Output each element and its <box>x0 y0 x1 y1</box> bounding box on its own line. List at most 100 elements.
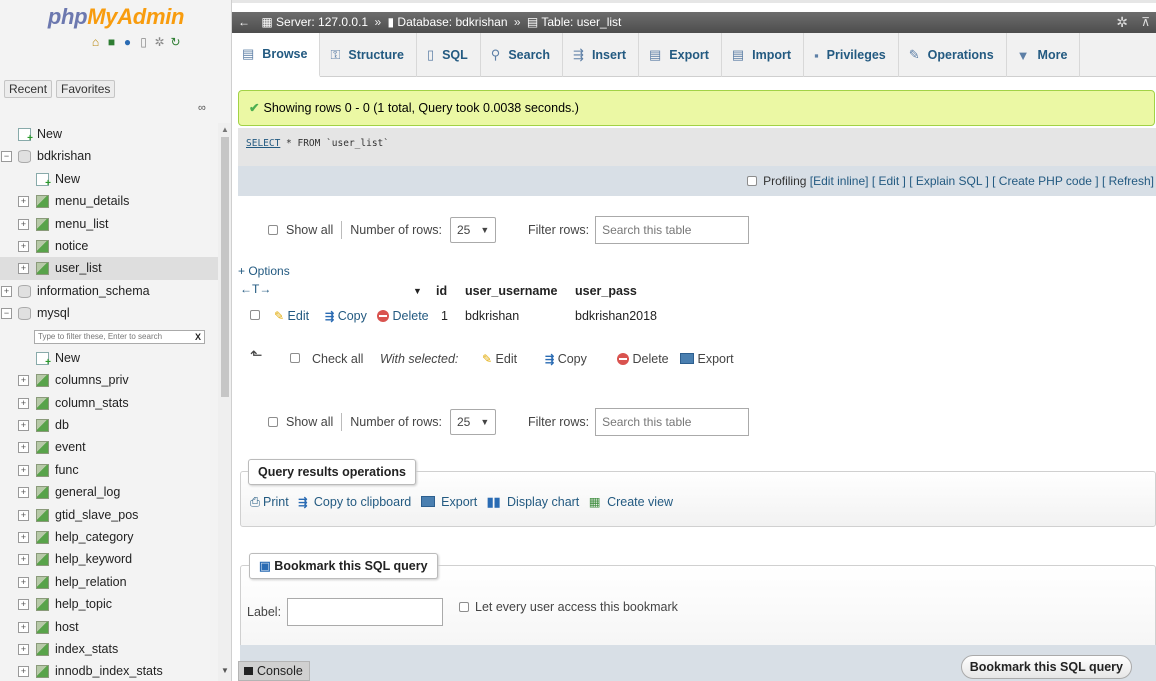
tree-item[interactable]: + db <box>0 414 218 436</box>
breadcrumb-server[interactable]: Server: 127.0.0.1 <box>276 15 368 29</box>
tab-import[interactable]: ▤ Import <box>722 33 805 77</box>
tree-item[interactable]: + notice <box>0 235 218 257</box>
link-with-main-icon[interactable]: ∞ <box>198 102 206 114</box>
reload-icon[interactable]: ↻ <box>169 36 182 49</box>
tree-item[interactable]: + innodb_index_stats <box>0 660 218 681</box>
tree-item[interactable]: New <box>0 347 218 369</box>
collapse-icon[interactable]: − <box>1 151 12 163</box>
share-bookmark-checkbox[interactable] <box>459 602 469 612</box>
bookmark-label-input[interactable] <box>287 598 443 626</box>
tree-item[interactable]: New <box>0 168 218 190</box>
table-icon[interactable] <box>36 441 49 455</box>
tree-item-label[interactable]: db <box>55 414 69 436</box>
expand-icon[interactable]: + <box>18 666 29 678</box>
tree-item[interactable]: + help_relation <box>0 571 218 593</box>
rows-per-page-select[interactable]: 25 ▼ <box>449 217 496 243</box>
edit-inline-link[interactable]: [Edit inline] <box>810 174 869 188</box>
new-icon[interactable] <box>36 351 51 368</box>
tree-item-label[interactable]: help_relation <box>55 571 127 593</box>
table-icon[interactable] <box>36 642 49 656</box>
bulk-edit-button[interactable]: ✎ Edit <box>482 352 517 366</box>
expand-icon[interactable]: + <box>18 397 29 409</box>
tree-item-label[interactable]: information_schema <box>37 280 150 302</box>
database-icon[interactable] <box>18 307 31 321</box>
cell-user-username[interactable]: bdkrishan <box>465 309 519 323</box>
expand-icon[interactable]: + <box>18 621 29 633</box>
tree-item[interactable]: + information_schema <box>0 280 218 302</box>
tree-item[interactable]: + general_log <box>0 481 218 503</box>
table-icon[interactable] <box>36 239 49 253</box>
tree-item-label[interactable]: user_list <box>55 257 102 279</box>
table-icon[interactable] <box>36 486 49 500</box>
expand-icon[interactable]: + <box>18 218 29 230</box>
column-header-user-pass[interactable]: user_pass <box>575 284 637 298</box>
expand-icon[interactable]: + <box>18 464 29 476</box>
tab-export[interactable]: ▤ Export <box>639 33 722 77</box>
tab-operations[interactable]: ✎ Operations <box>899 33 1007 77</box>
table-icon[interactable] <box>36 598 49 612</box>
tree-item-label[interactable]: index_stats <box>55 638 118 660</box>
options-toggle[interactable]: + Options <box>238 264 290 278</box>
tree-item[interactable]: + help_keyword <box>0 548 218 570</box>
table-icon[interactable] <box>36 374 49 388</box>
tree-item-label[interactable]: menu_details <box>55 190 129 212</box>
home-icon[interactable]: ⌂ <box>89 36 102 49</box>
breadcrumb-database[interactable]: Database: bdkrishan <box>397 15 507 29</box>
scroll-down-icon[interactable]: ▼ <box>221 666 229 675</box>
tree-item-label[interactable]: notice <box>55 235 88 257</box>
tree-item-label[interactable]: host <box>55 616 79 638</box>
expand-icon[interactable]: + <box>18 576 29 588</box>
tree-item[interactable]: + index_stats <box>0 638 218 660</box>
tree-item-label[interactable]: general_log <box>55 481 120 503</box>
tree-item[interactable]: + help_category <box>0 526 218 548</box>
bulk-copy-button[interactable]: ⇶ Copy <box>545 352 587 366</box>
bulk-delete-button[interactable]: Delete <box>617 352 669 366</box>
tree-item-label[interactable]: func <box>55 459 79 481</box>
tree-item[interactable]: + columns_priv <box>0 369 218 391</box>
docs-icon[interactable]: ▯ <box>137 36 150 49</box>
row-copy-button[interactable]: ⇶ Copy <box>325 309 367 323</box>
scroll-up-icon[interactable]: ▲ <box>221 125 229 134</box>
help-icon[interactable]: ● <box>121 36 134 49</box>
tree-item[interactable]: + func <box>0 459 218 481</box>
print-link[interactable]: ⎙ Print <box>250 495 292 509</box>
expand-icon[interactable]: + <box>18 599 29 611</box>
database-icon[interactable] <box>18 284 31 298</box>
bookmark-submit-button[interactable]: Bookmark this SQL query <box>960 655 1132 679</box>
breadcrumb-table[interactable]: Table: user_list <box>541 15 621 29</box>
expand-icon[interactable]: + <box>18 240 29 252</box>
tree-item-label[interactable]: help_keyword <box>55 548 132 570</box>
tree-item[interactable]: + user_list <box>0 257 218 280</box>
rows-per-page-select-bottom[interactable]: 25 ▼ <box>449 409 496 435</box>
bulk-export-button[interactable]: Export <box>680 352 734 366</box>
new-icon[interactable] <box>36 172 51 189</box>
table-icon[interactable] <box>36 217 49 231</box>
back-arrow-icon[interactable]: ← <box>238 15 250 29</box>
column-arrows[interactable]: ←T→ <box>240 282 271 296</box>
show-all-checkbox[interactable] <box>268 225 278 235</box>
tree-item[interactable]: + help_topic <box>0 593 218 615</box>
expand-icon[interactable]: + <box>18 375 29 387</box>
profiling-checkbox[interactable] <box>747 176 758 186</box>
explain-sql-link[interactable]: [ Explain SQL ] <box>909 174 989 188</box>
tree-item-label[interactable]: menu_list <box>55 213 109 235</box>
table-icon[interactable] <box>36 575 49 589</box>
favorites-tab[interactable]: Favorites <box>56 80 116 98</box>
tree-item[interactable]: + gtid_slave_pos <box>0 504 218 526</box>
tab-more[interactable]: ▼ More <box>1007 33 1081 77</box>
logout-icon[interactable]: ■ <box>105 36 118 49</box>
expand-icon[interactable]: + <box>18 532 29 544</box>
export-link[interactable]: Export <box>420 495 481 509</box>
expand-icon[interactable]: + <box>1 285 12 297</box>
collapse-icon[interactable]: − <box>1 308 12 320</box>
create-view-link[interactable]: ▦ Create view <box>589 495 676 509</box>
table-icon[interactable] <box>36 396 49 410</box>
tab-search[interactable]: ⚲ Search <box>481 33 564 77</box>
column-header-user-username[interactable]: user_username <box>465 284 557 298</box>
new-icon[interactable] <box>18 128 33 144</box>
filter-rows-input-bottom[interactable]: Search this table <box>595 408 750 436</box>
table-filter-input[interactable]: Type to filter these, Enter to search X <box>34 330 205 344</box>
table-icon[interactable] <box>36 419 49 433</box>
tree-item[interactable]: + event <box>0 436 218 458</box>
refresh-link[interactable]: [ Refresh] <box>1102 174 1154 188</box>
